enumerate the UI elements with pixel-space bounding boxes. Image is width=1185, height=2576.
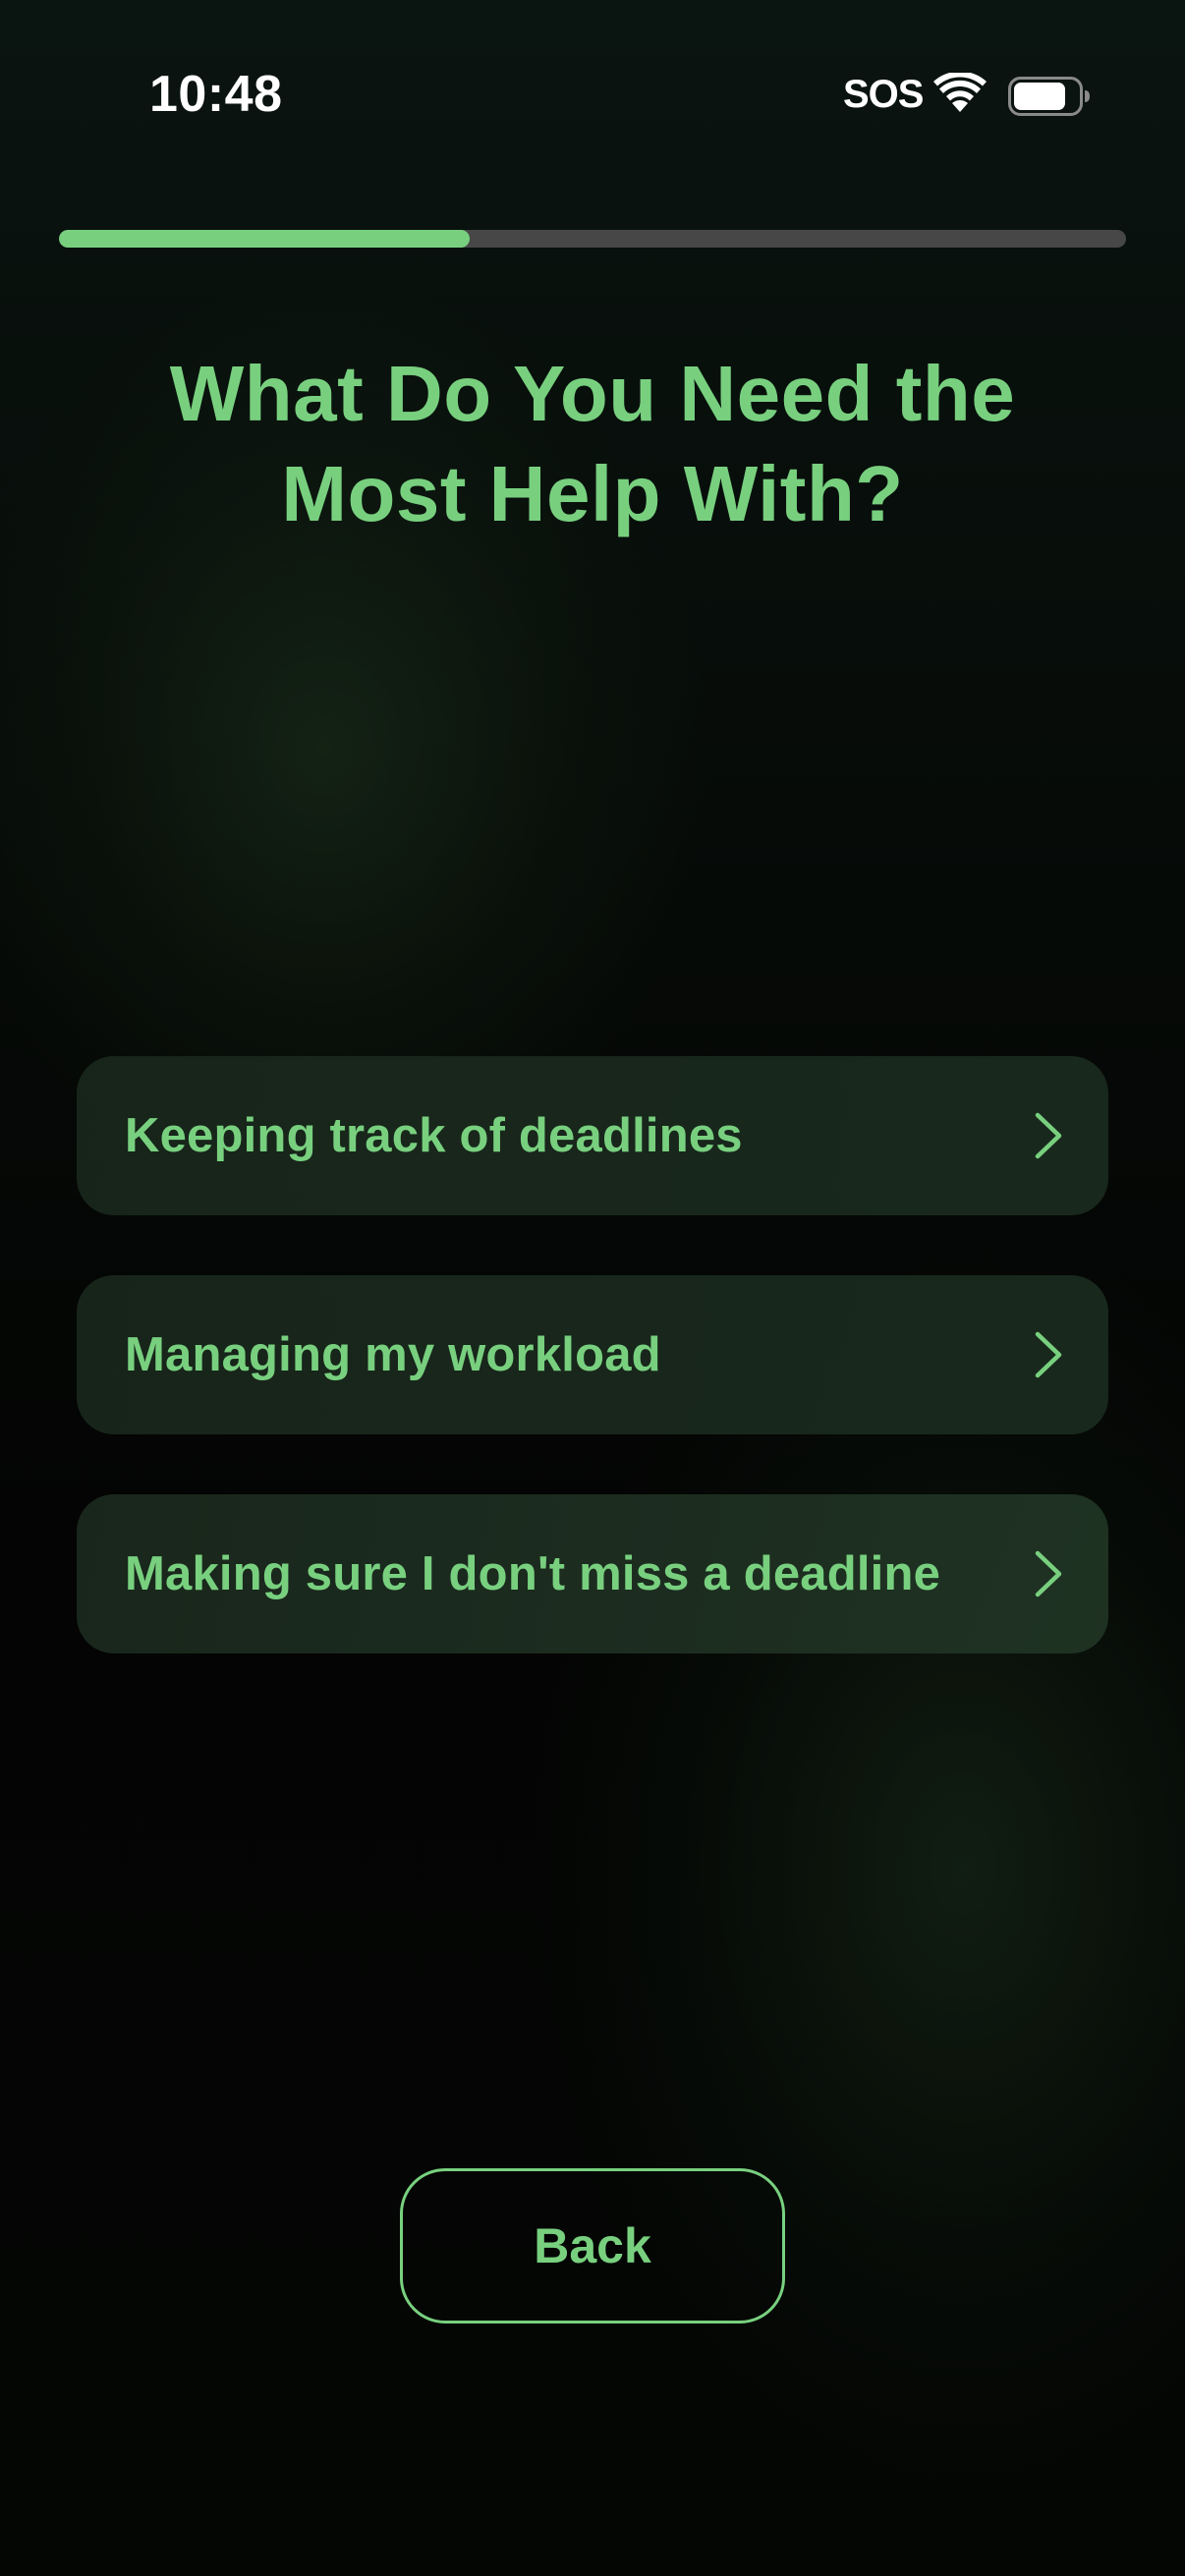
chevron-right-icon (1035, 1112, 1062, 1159)
option-keeping-track-of-deadlines[interactable]: Keeping track of deadlines (77, 1056, 1108, 1215)
progress-fill (59, 230, 471, 248)
back-button[interactable]: Back (400, 2168, 785, 2324)
option-label: Making sure I don't miss a deadline (125, 1547, 941, 1600)
option-label: Keeping track of deadlines (125, 1109, 743, 1162)
battery-icon (1008, 77, 1090, 116)
option-label: Managing my workload (125, 1328, 661, 1381)
status-time: 10:48 (149, 66, 283, 123)
progress-bar (59, 230, 1126, 248)
page-title: What Do You Need the Most Help With? (169, 350, 1016, 537)
sos-indicator: SOS (843, 73, 924, 116)
wifi-icon (933, 73, 987, 112)
chevron-right-icon (1035, 1331, 1062, 1378)
options-list: Keeping track of deadlines Managing my w… (77, 1056, 1108, 1713)
option-making-sure-i-dont-miss-a-deadline[interactable]: Making sure I don't miss a deadline (77, 1494, 1108, 1653)
option-managing-my-workload[interactable]: Managing my workload (77, 1275, 1108, 1434)
status-bar: 10:48 SOS (0, 0, 1185, 196)
chevron-right-icon (1035, 1550, 1062, 1597)
